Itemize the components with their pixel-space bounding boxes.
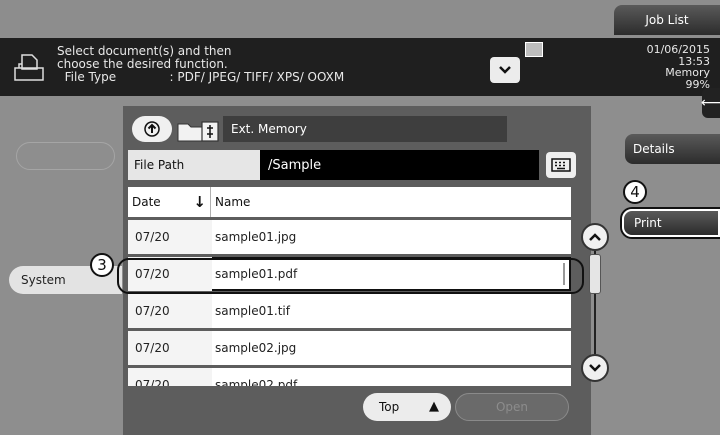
expand-message-button[interactable] xyxy=(490,57,520,83)
callout-4: 4 xyxy=(623,180,647,204)
top-label: Top xyxy=(379,400,400,414)
date-column-label: Date xyxy=(132,195,161,209)
scroll-down-button[interactable] xyxy=(581,354,609,382)
chevron-down-icon xyxy=(499,66,511,74)
top-button[interactable]: Top ▲ xyxy=(363,393,451,421)
print-button[interactable]: Print xyxy=(622,209,720,237)
empty-left-button[interactable] xyxy=(16,142,115,170)
screen: Job List Select document(s) and then cho… xyxy=(0,0,720,435)
file-row[interactable]: 07/20 sample02.jpg xyxy=(128,331,571,368)
back-arrow-icon[interactable]: ⟵ xyxy=(701,88,720,118)
file-date: 07/20 xyxy=(128,368,212,386)
chevron-up-icon xyxy=(589,233,601,241)
location-label: Ext. Memory xyxy=(223,116,507,142)
chevron-down-icon xyxy=(589,364,601,372)
file-list: 07/20 sample01.jpg 07/20 sample01.pdf 07… xyxy=(128,220,571,386)
up-folder-button[interactable] xyxy=(132,116,172,142)
sort-by-name-button[interactable]: Name xyxy=(210,187,571,217)
scroll-up-button[interactable] xyxy=(581,223,609,251)
keyboard-button[interactable] xyxy=(546,152,576,178)
instruction-message: Select document(s) and then choose the d… xyxy=(57,45,344,84)
file-date: 07/20 xyxy=(128,331,212,365)
top-strip xyxy=(0,0,720,36)
file-date: 07/20 xyxy=(128,294,212,328)
file-row[interactable]: 07/20 sample01.jpg xyxy=(128,220,571,257)
datetime-memory: 01/06/2015 13:53 Memory 99% xyxy=(647,44,710,90)
external-memory-folder-icon xyxy=(177,121,219,142)
file-name: sample01.tif xyxy=(215,304,290,318)
file-date: 07/20 xyxy=(128,220,212,254)
file-name: sample02.jpg xyxy=(215,341,297,355)
keyboard-icon xyxy=(551,158,571,172)
open-button[interactable]: Open xyxy=(455,393,569,421)
details-button[interactable]: Details xyxy=(625,134,720,164)
sort-down-icon: ↓ xyxy=(193,193,206,211)
selection-highlight xyxy=(117,258,584,294)
file-name: sample01.jpg xyxy=(215,230,297,244)
file-type-line: File Type : PDF/ JPEG/ TIFF/ XPS/ OOXM xyxy=(57,70,345,84)
file-name: sample02.pdf xyxy=(215,378,298,386)
file-row[interactable]: 07/20 sample01.tif xyxy=(128,294,571,331)
info-bar: Select document(s) and then choose the d… xyxy=(0,38,720,96)
jump-top-icon: ▲ xyxy=(429,399,439,414)
file-path-label: File Path xyxy=(128,150,260,180)
job-list-button[interactable]: Job List xyxy=(614,5,720,35)
document-icon xyxy=(14,54,44,81)
usb-status-icon xyxy=(525,42,543,57)
up-arrow-icon xyxy=(144,121,160,137)
sort-by-date-button[interactable]: Date ↓ xyxy=(128,187,210,217)
memory-value: 99% xyxy=(685,77,710,91)
memory-label: Memory xyxy=(665,66,710,79)
callout-3: 3 xyxy=(90,253,114,277)
file-row[interactable]: 07/20 sample02.pdf xyxy=(128,368,571,386)
date: 01/06/2015 xyxy=(646,43,710,56)
file-path-field: /Sample xyxy=(260,150,539,180)
scroll-thumb[interactable] xyxy=(589,254,601,294)
